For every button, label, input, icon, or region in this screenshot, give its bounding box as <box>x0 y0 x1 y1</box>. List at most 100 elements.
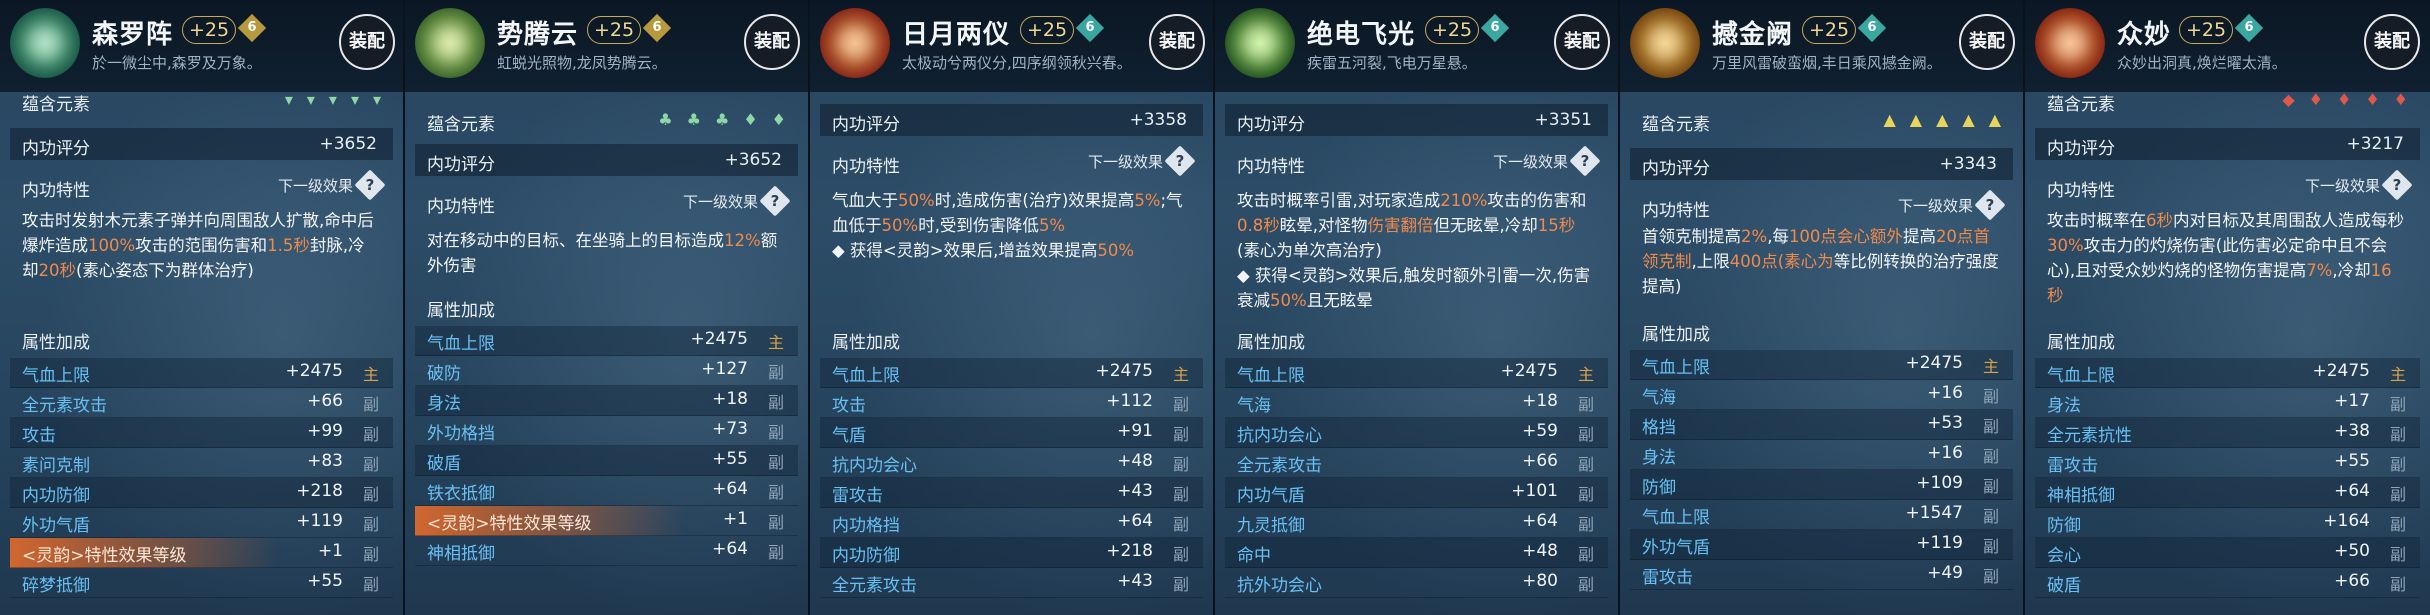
highlighted-value: 30% <box>2047 236 2084 255</box>
attribute-value: +66 <box>2334 571 2370 591</box>
attribute-row: 全元素攻击 +43 副 <box>820 568 1203 598</box>
attribute-tag: 副 <box>1982 387 1999 406</box>
attribute-name: 抗内功会心 <box>832 456 917 476</box>
attribute-value: +112 <box>1106 391 1153 411</box>
grade-badge: 6 <box>1075 13 1105 43</box>
attribute-tag: 副 <box>1577 545 1594 564</box>
help-icon[interactable]: ? <box>1974 189 2006 221</box>
next-level-effect-button[interactable]: 下一级效果? <box>1088 145 1196 177</box>
card-header: 绝电飞光 +25 6 疾雷五河裂,飞电万星悬。 装配 <box>1215 0 1618 92</box>
highlighted-value: 100点会心额外 <box>1788 227 1903 246</box>
grade-badge: 6 <box>1857 13 1887 43</box>
next-level-effect-button[interactable]: 下一级效果? <box>683 185 791 217</box>
attribute-name: 内功防御 <box>22 486 90 506</box>
highlighted-value: 12% <box>724 231 761 250</box>
attribute-name: 会心 <box>2047 546 2081 566</box>
attribute-value: +64 <box>712 479 748 499</box>
attribute-list: 气血上限 +2475 主破防 +127 副身法 +18 副外功格挡 +73 副破盾 +55 副铁衣抵… <box>415 326 798 566</box>
equipment-card: 撼金阙 +25 6 万里风雷破蛮烟,丰日乘风撼金阙。 装配 蕴含元素 ▲ ▲ ▲ ▲ ▲ 内功评分 +3… <box>1620 0 2025 615</box>
equipment-card-strip: 森罗阵 +25 6 於一微尘中,森罗及万象。 装配 蕴含元素 ▾ ▾ ▾ ▾ ▾ 内功评分 +3652 内… <box>0 0 2430 615</box>
next-level-effect-button[interactable]: 下一级效果? <box>1898 189 2006 221</box>
attribute-value: +2475 <box>690 329 748 349</box>
attribute-tag: 主 <box>1982 357 1999 376</box>
equipment-emblem-icon <box>1630 8 1700 78</box>
attribute-row: 气血上限 +2475 主 <box>415 326 798 356</box>
help-icon[interactable]: ? <box>2381 169 2413 201</box>
attribute-value: +2475 <box>285 361 343 381</box>
highlighted-value: 5% <box>1134 191 1161 210</box>
attribute-section-label: 属性加成 <box>832 333 900 353</box>
attribute-tag: 副 <box>1982 537 1999 556</box>
next-level-effect-button[interactable]: 下一级效果? <box>1492 145 1601 177</box>
attribute-row: 气盾 +91 副 <box>820 418 1203 448</box>
attribute-name: 防御 <box>1642 478 1676 498</box>
equip-button[interactable]: 装配 <box>2364 14 2420 70</box>
attribute-tag: 副 <box>2389 455 2406 474</box>
attribute-section-label: 属性加成 <box>2047 333 2115 353</box>
attribute-name: 气血上限 <box>1642 358 1710 378</box>
equip-button[interactable]: 装配 <box>744 14 800 70</box>
attribute-row: 气海 +16 副 <box>1630 380 2013 410</box>
highlighted-value: 50% <box>1270 291 1307 310</box>
attribute-name: 内功格挡 <box>832 516 900 536</box>
card-header: 日月两仪 +25 6 太极动兮两仪分,四序纲领秋兴春。 装配 <box>810 0 1213 92</box>
help-icon[interactable]: ? <box>1569 145 1601 177</box>
score-value: +3652 <box>319 134 377 154</box>
attribute-tag: 副 <box>1577 395 1594 414</box>
attribute-tag: 副 <box>362 455 379 474</box>
attribute-row: 素问克制 +83 副 <box>10 448 393 478</box>
score-label: 内功评分 <box>2047 139 2115 159</box>
highlighted-value: 210% <box>1440 191 1488 210</box>
next-level-effect-button[interactable]: 下一级效果? <box>278 169 386 201</box>
enhance-level-badge: +25 <box>2179 16 2234 44</box>
card-header: 撼金阙 +25 6 万里风雷破蛮烟,丰日乘风撼金阙。 装配 <box>1620 0 2023 92</box>
attribute-row: 九灵抵御 +64 副 <box>1225 508 1608 538</box>
grade-label: 6 <box>2244 20 2254 35</box>
equip-button[interactable]: 装配 <box>1959 14 2015 70</box>
attribute-tag: 副 <box>767 423 784 442</box>
attribute-row: 全元素攻击 +66 副 <box>1225 448 1608 478</box>
attribute-row: 碎梦抵御 +55 副 <box>10 568 393 598</box>
element-icon: ▾ <box>372 90 381 109</box>
attribute-row: <灵韵>特性效果等级 +1 副 <box>415 506 798 536</box>
help-icon[interactable]: ? <box>1164 145 1196 177</box>
attribute-tag: 副 <box>1982 447 1999 466</box>
attribute-value: +16 <box>1927 383 1963 403</box>
score-value: +3358 <box>1129 110 1187 130</box>
attribute-row: 内功气盾 +101 副 <box>1225 478 1608 508</box>
help-icon[interactable]: ? <box>759 185 791 217</box>
attribute-row: 破盾 +55 副 <box>415 446 798 476</box>
attribute-row: 神相抵御 +64 副 <box>2035 478 2420 508</box>
attribute-value: +43 <box>1117 571 1153 591</box>
attribute-tag: 副 <box>2389 395 2406 414</box>
next-level-label: 下一级效果 <box>1492 152 1568 171</box>
trait-description-text: 气血大于50%时,造成伤害(治疗)效果提高5%;气血低于50%时,受到伤害降低5… <box>832 191 1183 235</box>
next-level-effect-button[interactable]: 下一级效果? <box>2305 169 2413 201</box>
attribute-value: +55 <box>307 571 343 591</box>
attribute-name: 雷攻击 <box>1642 568 1693 588</box>
attribute-value: +53 <box>1927 413 1963 433</box>
element-icon: ▲ <box>1936 110 1949 129</box>
enhance-level-badge: +25 <box>182 16 237 44</box>
element-icon: ♦ <box>2393 90 2408 109</box>
card-subtitle: 於一微尘中,森罗及万象。 <box>92 54 262 72</box>
grade-label: 6 <box>1490 20 1500 35</box>
attribute-row: 防御 +164 副 <box>2035 508 2420 538</box>
elements-label: 蕴含元素 <box>427 115 495 135</box>
attribute-name: 雷攻击 <box>832 486 883 506</box>
attribute-name: 气海 <box>1237 396 1271 416</box>
attribute-row: 气血上限 +2475 主 <box>10 358 393 388</box>
attribute-row: 会心 +50 副 <box>2035 538 2420 568</box>
attribute-name: <灵韵>特性效果等级 <box>427 514 592 534</box>
equip-button[interactable]: 装配 <box>339 14 395 70</box>
attribute-row: 气血上限 +2475 主 <box>1630 350 2013 380</box>
score-value: +3343 <box>1939 154 1997 174</box>
attribute-list: 气血上限 +2475 主气海 +18 副抗内功会心 +59 副全元素攻击 +66 副内功气盾 +1… <box>1225 358 1608 598</box>
equipment-card: 绝电飞光 +25 6 疾雷五河裂,飞电万星悬。 装配 内功评分 +3351 内功特性 下一级效果… <box>1215 0 1620 615</box>
equip-button[interactable]: 装配 <box>1149 14 1205 70</box>
card-title: 撼金阙 <box>1712 20 1794 50</box>
help-icon[interactable]: ? <box>354 169 386 201</box>
grade-label: 6 <box>1867 20 1877 35</box>
equip-button[interactable]: 装配 <box>1554 14 1610 70</box>
trait-label: 内功特性 <box>2047 181 2115 201</box>
